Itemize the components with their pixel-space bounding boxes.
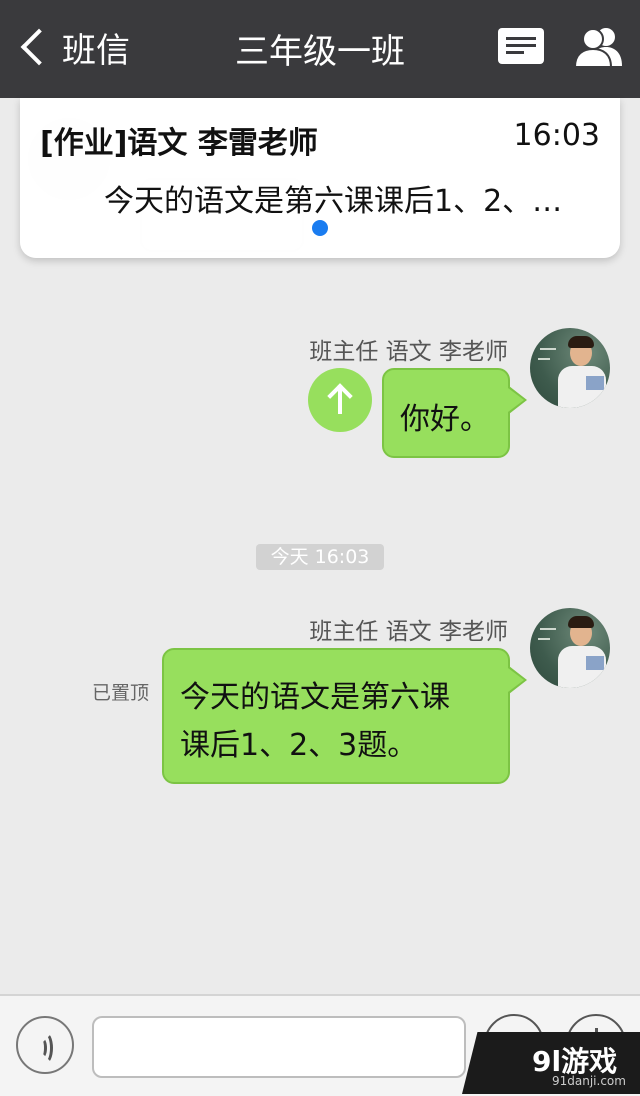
pinned-time: 16:03 [513, 118, 600, 153]
message-sender: 班主任 语文 李老师 [309, 619, 508, 645]
group-members-icon[interactable] [574, 26, 622, 68]
back-label: 班信 [62, 30, 130, 71]
message-input[interactable] [92, 1016, 466, 1078]
pinned-announcement[interactable]: [作业]语文 李雷老师 16:03 今天的语文是第六课课后1、2、… [20, 98, 620, 258]
message-bubble[interactable]: 你好。 [382, 368, 527, 458]
timestamp-divider: 今天 16:03 [256, 544, 384, 570]
page-indicator-dot [312, 220, 328, 236]
avatar[interactable] [530, 328, 610, 408]
pinned-preview: 今天的语文是第六课课后1、2、… [104, 184, 563, 219]
message-text-line: 今天的语文是第六课 [180, 680, 450, 715]
message-text: 你好。 [400, 402, 490, 437]
pinned-title: [作业]语文 李雷老师 [40, 126, 318, 161]
message-text-line: 课后1、2、3题。 [180, 728, 418, 763]
watermark-url: 91danji.com [552, 1074, 626, 1088]
voice-input-button[interactable] [16, 1016, 74, 1074]
message-bubble[interactable]: 今天的语文是第六课 课后1、2、3题。 [162, 648, 527, 784]
navigation-bar: 班信 三年级一班 [0, 0, 640, 98]
avatar[interactable] [530, 608, 610, 688]
message-list-icon[interactable] [498, 28, 544, 64]
chevron-left-icon [20, 28, 58, 66]
back-button[interactable]: 班信 [16, 22, 130, 72]
resend-arrow-icon[interactable] [308, 368, 372, 432]
pinned-status: 已置顶 [92, 682, 150, 704]
message-sender: 班主任 语文 李老师 [309, 339, 508, 365]
